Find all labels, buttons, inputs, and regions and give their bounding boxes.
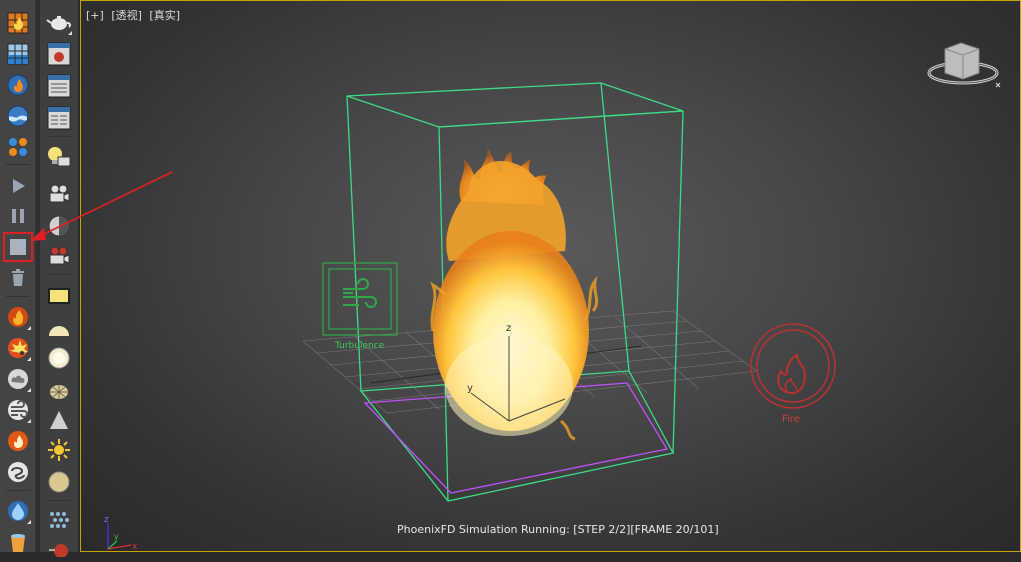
liquid-grid-icon [7, 43, 29, 65]
render-setup-icon [47, 74, 71, 98]
ambient-sphere-button[interactable] [45, 468, 73, 496]
world-x-label: x [132, 542, 138, 552]
fire-preset-icon [8, 307, 28, 327]
phoenix-toolbar [0, 0, 36, 552]
pause-simulation-button[interactable] [4, 202, 32, 230]
render-frame-button[interactable] [45, 40, 73, 68]
stop-icon [10, 239, 26, 255]
fire-preset-button[interactable] [4, 303, 32, 331]
particle-button[interactable] [4, 133, 32, 161]
particle-grid-button[interactable] [45, 506, 73, 534]
swirl-icon [8, 462, 28, 482]
camera-icon [49, 184, 70, 203]
camera-lens-button[interactable] [45, 212, 73, 240]
red-ball-icon [49, 544, 68, 557]
dome-light-button[interactable] [45, 314, 73, 342]
vray-toolbar [40, 0, 78, 557]
fire-source-button[interactable] [4, 71, 32, 99]
wind-preset-button[interactable] [4, 396, 32, 424]
smoke-preset-icon [8, 369, 28, 389]
view-cube[interactable] [927, 42, 1001, 88]
play-icon [13, 179, 25, 193]
render-setup-button[interactable] [45, 72, 73, 100]
liquid-source-button[interactable] [4, 102, 32, 130]
video-camera-button[interactable] [45, 242, 73, 270]
world-z-label: z [104, 515, 109, 525]
pause-icon [12, 209, 24, 223]
material-editor-button[interactable] [45, 104, 73, 132]
scene-canvas: z y Turbulence Fire z x y [104, 42, 1001, 552]
perspective-viewport[interactable]: [+] [透视] [真实] z y Turbulence Fire z x y … [80, 0, 1021, 552]
smoke-preset-button[interactable] [4, 365, 32, 393]
teapot-icon [46, 16, 72, 30]
sphere-light-button[interactable] [45, 344, 73, 372]
wind-preset-icon [8, 400, 28, 420]
liquid-grid-button[interactable] [4, 40, 32, 68]
fire-source-helper [750, 323, 836, 409]
teapot-button[interactable] [45, 8, 73, 36]
trash-icon [12, 269, 24, 286]
explosion-preset-button[interactable] [4, 334, 32, 362]
turbulence-helper [322, 262, 398, 336]
water-drop-button[interactable] [4, 497, 32, 525]
clear-cache-button[interactable] [4, 264, 32, 292]
water-drop-icon [8, 501, 28, 521]
plane-light-icon [48, 288, 70, 304]
fire-drop-icon [8, 431, 28, 451]
bucket-icon [11, 534, 25, 552]
fire-grid-icon [7, 12, 29, 34]
material-editor-icon [47, 106, 71, 130]
start-simulation-button[interactable] [4, 172, 32, 200]
mesh-light-button[interactable] [45, 376, 73, 404]
camera-button[interactable] [45, 180, 73, 208]
render-frame-icon [47, 42, 71, 66]
emitter-y-label: y [467, 383, 473, 394]
sun-button[interactable] [45, 436, 73, 464]
sphere-light-icon [48, 347, 70, 369]
fire-grid-button[interactable] [4, 9, 32, 37]
fire-label: Fire [782, 414, 800, 425]
particle-grid-icon [50, 512, 69, 528]
explosion-preset-icon [8, 338, 28, 358]
cone-icon [50, 411, 68, 429]
red-ball-button[interactable] [45, 534, 73, 562]
particle-dots-icon [9, 138, 27, 156]
light-bulb-icon [48, 147, 71, 167]
turbulence-label: Turbulence [334, 341, 385, 351]
fire-drop-button[interactable] [4, 427, 32, 455]
simulation-status: PhoenixFD Simulation Running: [STEP 2/2]… [397, 523, 719, 536]
ambient-sphere-icon [48, 471, 70, 493]
dome-light-icon [49, 326, 69, 336]
cone-button[interactable] [45, 406, 73, 434]
swirl-button[interactable] [4, 458, 32, 486]
plane-light-button[interactable] [45, 282, 73, 310]
fire-simulation [430, 147, 599, 441]
fire-source-icon [7, 74, 29, 96]
camera-lens-icon [48, 215, 70, 237]
world-y-label: y [114, 532, 119, 541]
sun-icon [48, 439, 70, 461]
emitter-z-label: z [506, 323, 511, 334]
mesh-light-icon [50, 385, 68, 399]
liquid-source-icon [7, 105, 29, 127]
light-bulb-button[interactable] [45, 143, 73, 171]
stop-simulation-button[interactable] [3, 232, 33, 262]
video-camera-icon [49, 246, 70, 265]
world-axis-tripod [107, 523, 132, 550]
